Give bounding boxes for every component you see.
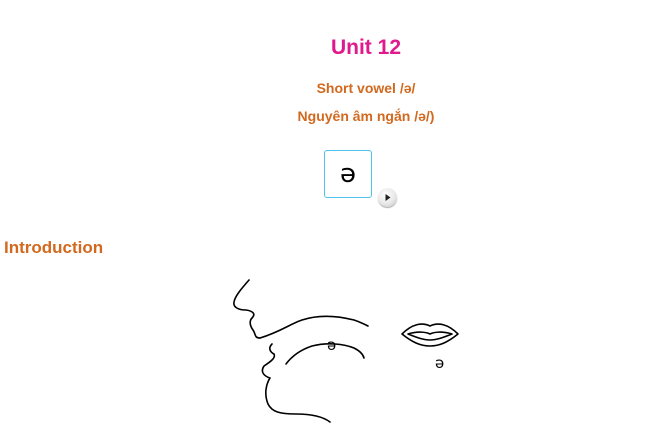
introduction-heading: Introduction (4, 238, 104, 257)
mouth-schwa-label: ə (327, 336, 336, 354)
lips-inner-line (407, 331, 453, 341)
lesson-page: Unit 12 Short vowel /ə/ Nguyên âm ngắn /… (0, 0, 647, 429)
subtitle-english: Short vowel /ə/ (316, 80, 416, 96)
chin-profile-line (261, 343, 331, 423)
lips-schwa-label: ə (435, 354, 444, 372)
play-audio-button[interactable] (378, 188, 397, 207)
phoneme-symbol: ə (340, 159, 356, 189)
tongue-line (285, 343, 365, 365)
mouth-position-illustration: ə ə (233, 279, 459, 423)
subtitle-vietnamese: Nguyên âm ngắn /ə/) (297, 108, 435, 124)
nose-profile-line (233, 279, 261, 339)
palate-line (259, 315, 369, 339)
phoneme-symbol-card: ə (324, 150, 372, 198)
page-title: Unit 12 (330, 36, 401, 59)
play-icon (385, 194, 391, 201)
